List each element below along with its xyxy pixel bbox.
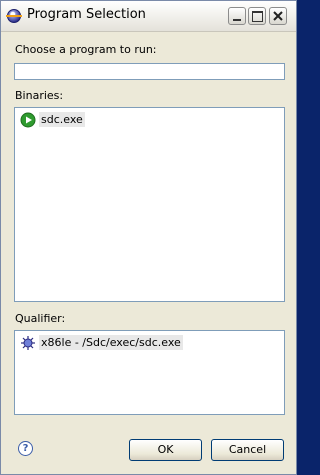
qualifier-list-item[interactable]: x86le - /Sdc/exec/sdc.exe bbox=[20, 334, 183, 351]
help-icon[interactable]: ? bbox=[18, 441, 33, 456]
cancel-button[interactable]: Cancel bbox=[211, 439, 284, 461]
binary-item-label: sdc.exe bbox=[39, 112, 85, 127]
close-icon bbox=[273, 11, 283, 21]
eclipse-icon bbox=[6, 9, 22, 23]
qualifier-list[interactable]: x86le - /Sdc/exec/sdc.exe bbox=[14, 330, 285, 415]
program-selection-dialog: Program Selection Choose a program to ru… bbox=[0, 0, 297, 475]
binaries-list[interactable]: sdc.exe bbox=[14, 107, 285, 302]
binaries-label: Binaries: bbox=[15, 89, 64, 102]
binary-list-item[interactable]: sdc.exe bbox=[20, 111, 85, 128]
window-title: Program Selection bbox=[27, 7, 146, 22]
cpu-icon bbox=[20, 335, 36, 351]
maximize-button[interactable] bbox=[248, 7, 266, 25]
title-bar[interactable]: Program Selection bbox=[1, 1, 296, 32]
close-button[interactable] bbox=[269, 7, 287, 25]
run-arrow-icon bbox=[20, 112, 36, 128]
program-field-label: Choose a program to run: bbox=[15, 43, 157, 56]
qualifier-label: Qualifier: bbox=[15, 312, 66, 325]
qualifier-item-label: x86le - /Sdc/exec/sdc.exe bbox=[39, 335, 183, 350]
minimize-button[interactable] bbox=[228, 7, 246, 25]
program-input[interactable] bbox=[14, 63, 285, 80]
ok-button[interactable]: OK bbox=[129, 439, 202, 461]
